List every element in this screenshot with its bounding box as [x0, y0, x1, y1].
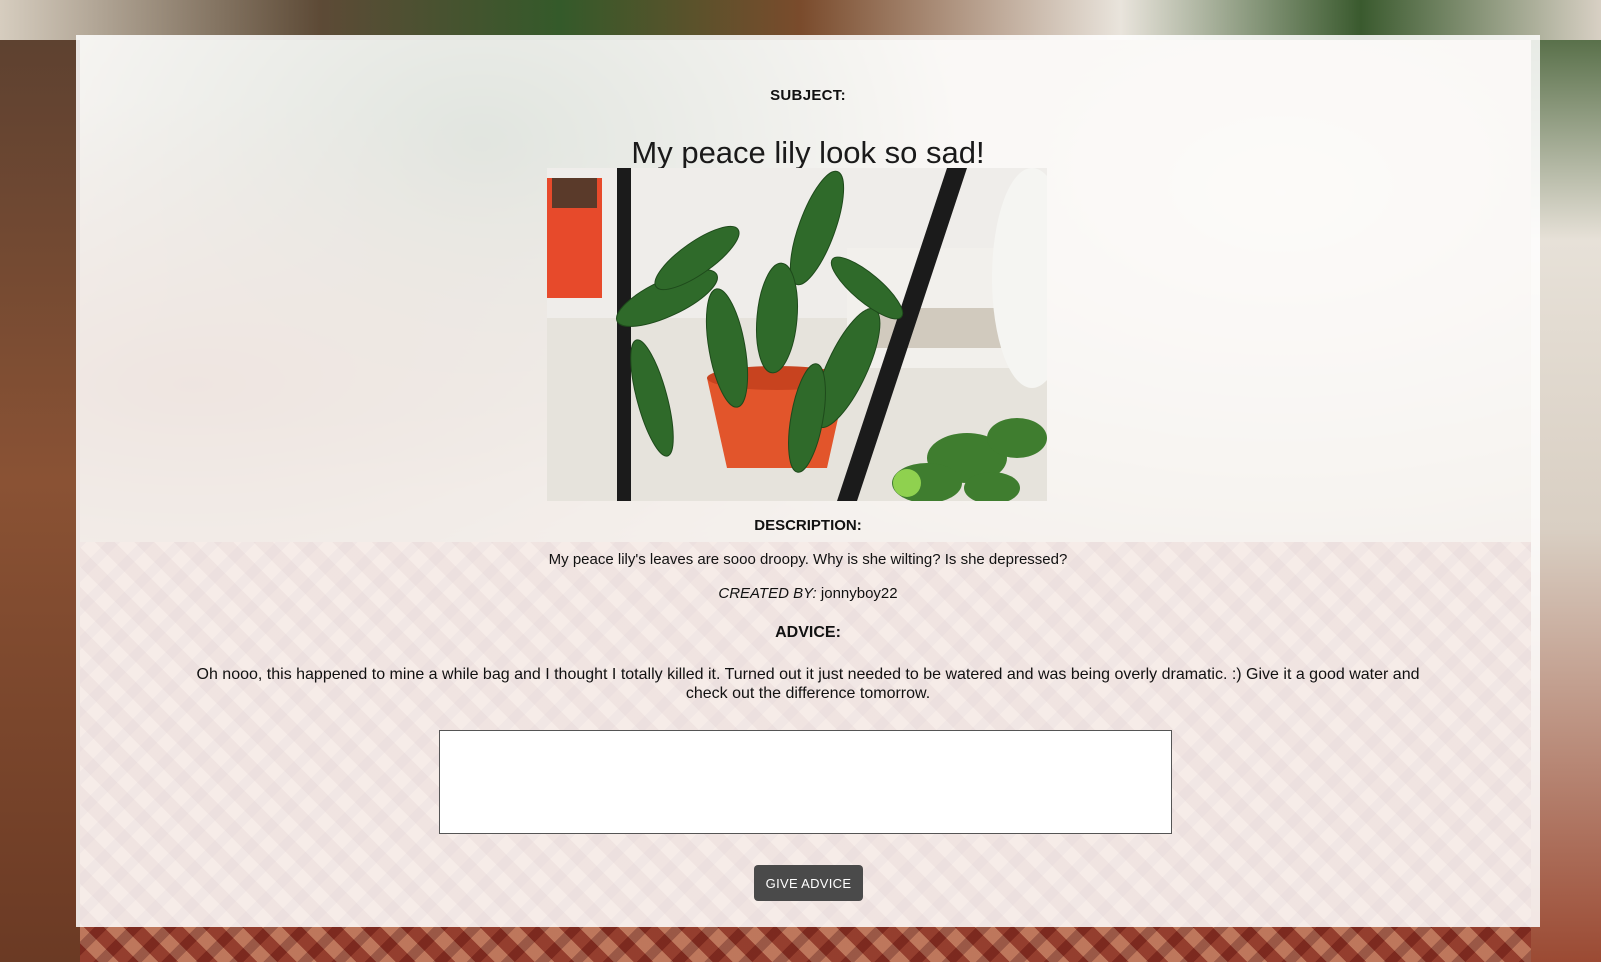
left-scene-edge	[0, 0, 80, 962]
subject-label: SUBJECT:	[770, 87, 846, 104]
right-scene-edge	[1531, 0, 1601, 962]
description-text: My peace lily's leaves are sooo droopy. …	[548, 551, 1068, 568]
created-by-row: CREATED BY: jonnyboy22	[76, 585, 1540, 602]
advice-label: ADVICE:	[775, 624, 841, 641]
description-label: DESCRIPTION:	[754, 517, 862, 534]
created-by-user: jonnyboy22	[820, 585, 898, 602]
top-scene-edge	[0, 0, 1601, 40]
plant-photo-illustration	[547, 168, 1047, 501]
advice-input[interactable]	[439, 730, 1172, 834]
plant-photo	[547, 168, 1047, 501]
post-card: SUBJECT: My peace lily look so sad! DESC…	[76, 35, 1540, 927]
give-advice-button[interactable]: GIVE ADVICE	[754, 865, 863, 901]
post-title: My peace lily look so sad!	[631, 135, 985, 170]
advice-item: Oh nooo, this happened to mine a while b…	[196, 666, 1420, 702]
created-by-label: CREATED BY:	[718, 585, 817, 602]
